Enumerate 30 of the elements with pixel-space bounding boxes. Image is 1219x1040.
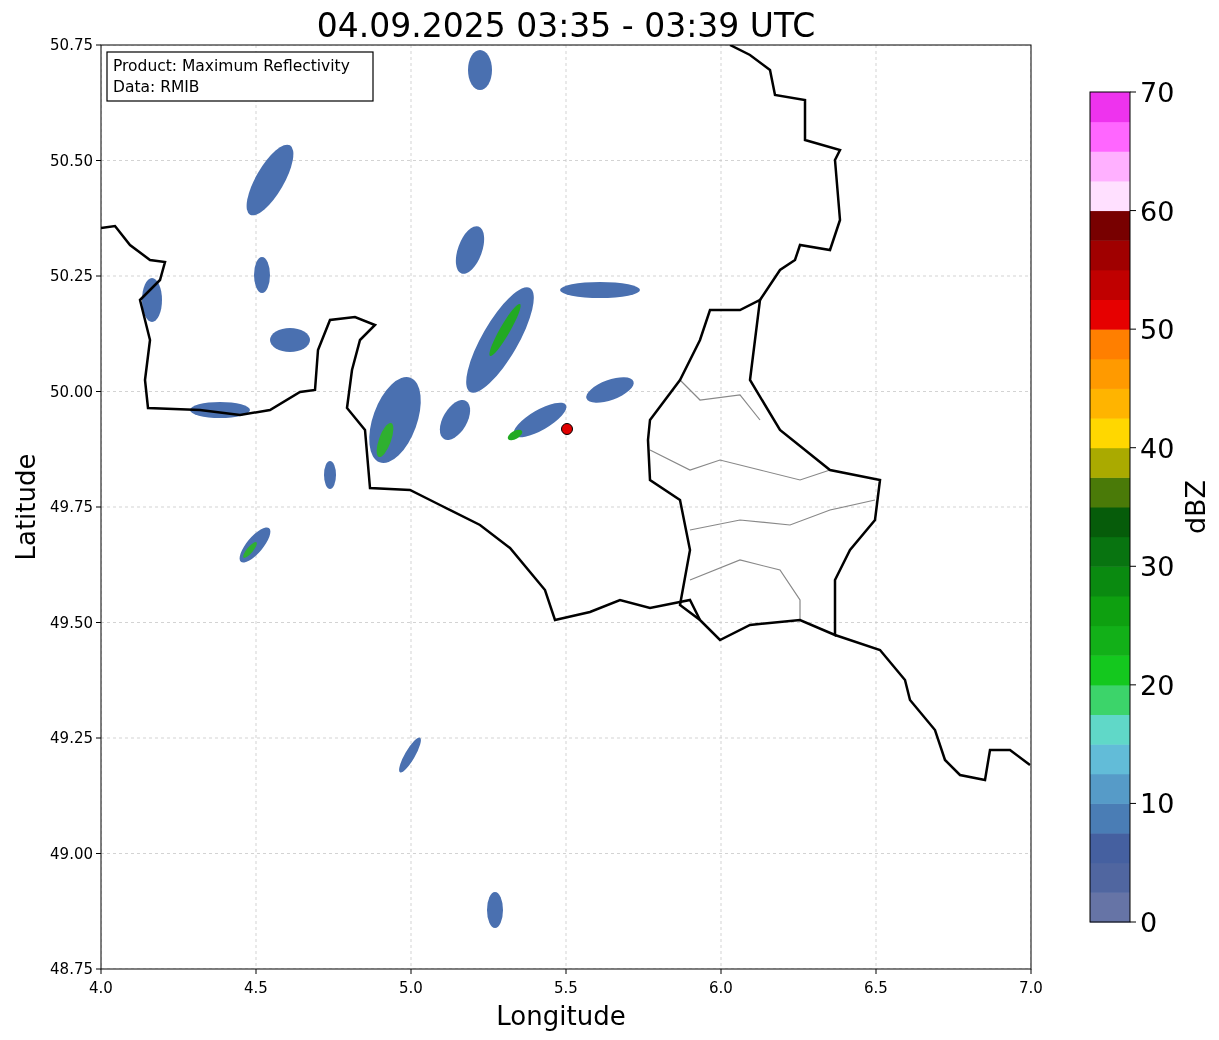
legend-text: Product: Maximum Reflectivity [113,57,350,75]
tick-label: 50.25 [50,267,93,285]
tick-label: 50.75 [50,36,93,54]
tick-label: 10 [1140,788,1175,820]
tick-label: 6.0 [709,979,733,997]
tick-label: 70 [1140,77,1175,108]
tick-label: 60 [1140,195,1175,227]
tick-label: 49.75 [50,498,93,516]
axis-label: Latitude [11,453,41,561]
colorbar-label: dBZ [1180,479,1211,535]
tick-label: 50 [1140,314,1175,346]
tick-label: 49.00 [50,844,93,863]
tick-label: 49.25 [50,729,93,747]
legend-text: Data: RMIB [113,78,200,96]
tick-label: 7.0 [1019,979,1043,997]
tick-label: 5.0 [399,979,423,997]
tick-label: 30 [1140,551,1175,583]
tick-label: 20 [1140,669,1175,701]
chart-title: 04.09.2025 03:35 - 03:39 UTC [316,6,816,45]
tick-label: 50.50 [50,151,93,170]
tick-label: 40 [1140,432,1175,464]
tick-label: 4.5 [244,979,268,997]
tick-label: 4.0 [89,979,113,997]
tick-label: 0 [1140,907,1158,938]
tick-label: 49.50 [50,613,93,632]
tick-label: 6.5 [864,979,888,997]
tick-label: 50.00 [50,382,93,401]
axis-label: Longitude [496,1001,626,1031]
tick-label: 48.75 [50,960,93,978]
tick-label: 5.5 [554,979,578,997]
